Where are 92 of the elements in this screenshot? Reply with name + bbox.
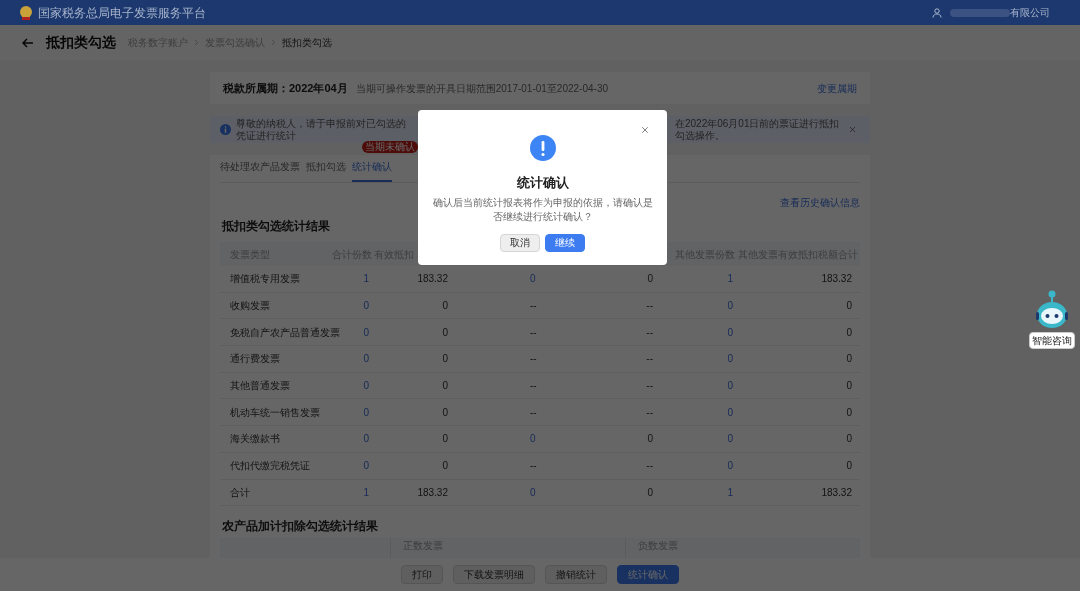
table-cell-text: -- <box>530 325 537 340</box>
footer-button[interactable]: 统计确认 <box>617 565 679 584</box>
table-cell-text: 183.32 <box>417 272 449 287</box>
table-cell-text: 通行费发票 <box>229 352 281 367</box>
count-link[interactable]: 0 <box>363 351 372 367</box>
count-link[interactable]: 0 <box>727 378 735 394</box>
count-link[interactable]: 1 <box>727 484 735 500</box>
table-cell-text: 0 <box>442 405 449 420</box>
table-cell-text: 免税自产农产品普通发票 <box>229 325 341 340</box>
close-icon[interactable] <box>640 125 650 135</box>
assistant-label[interactable]: 智能咨询 <box>1029 332 1075 349</box>
table-cell-text: 收购发票 <box>229 299 271 314</box>
count-link[interactable]: 1 <box>363 484 372 500</box>
blurred-name <box>950 8 1010 17</box>
count-link[interactable]: 0 <box>363 458 372 474</box>
table-cell-text: 0 <box>647 432 654 447</box>
table-cell-text: 合计 <box>229 485 251 500</box>
history-link[interactable]: 查看历史确认信息 <box>780 195 860 210</box>
table-cell-text: -- <box>646 459 654 474</box>
table-cell-text: 0 <box>442 352 449 367</box>
count-link[interactable]: 0 <box>530 484 536 500</box>
user-icon <box>932 7 942 18</box>
table-cell-text: -- <box>646 379 654 394</box>
table-cell-text: 0 <box>647 272 654 287</box>
table-cell-text: 0 <box>846 352 853 367</box>
table-cell-text: 0 <box>846 299 853 314</box>
emblem-icon <box>18 4 34 21</box>
table-cell-text: 0 <box>442 379 449 394</box>
change-period-link[interactable]: 变更属期 <box>817 80 857 96</box>
breadcrumb-item: 抵扣类勾选 <box>282 36 332 50</box>
info-icon <box>220 124 231 135</box>
count-link[interactable]: 0 <box>727 404 735 420</box>
dialog-button[interactable]: 取消 <box>500 233 540 252</box>
table-cell-text: 0 <box>442 459 449 474</box>
close-icon[interactable] <box>848 125 857 134</box>
table-cell-text: -- <box>646 352 654 367</box>
warning-icon <box>529 135 556 161</box>
count-link[interactable]: 0 <box>363 378 372 394</box>
table-cell-text: 代扣代缴完税凭证 <box>229 459 311 474</box>
status-badge: 当期未确认 <box>362 141 418 153</box>
count-link[interactable]: 0 <box>363 404 372 420</box>
section-title: 抵扣类勾选统计结果 <box>222 218 331 234</box>
table-cell-text: -- <box>646 325 654 340</box>
table-cell-text: 增值税专用发票 <box>229 272 301 287</box>
count-link[interactable]: 0 <box>727 298 735 314</box>
platform-title: 国家税务总局电子发票服务平台 <box>38 4 206 22</box>
table-cell-text: -- <box>646 299 654 314</box>
count-link[interactable]: 0 <box>363 298 372 314</box>
dialog-message: 确认后当前统计报表将作为申报的依据，请确认是否继续进行统计确认？ <box>432 195 653 224</box>
count-link[interactable]: 0 <box>363 324 372 340</box>
table-cell-text: 0 <box>442 325 449 340</box>
section-title: 农产品加计扣除勾选统计结果 <box>222 518 379 535</box>
count-link[interactable]: 0 <box>727 458 735 474</box>
back-arrow-icon[interactable] <box>22 37 34 48</box>
table-cell-text: -- <box>530 459 537 474</box>
table-cell-text: 0 <box>846 405 853 420</box>
table-cell-text: 0 <box>846 379 853 394</box>
count-link[interactable]: 1 <box>363 271 372 287</box>
table-cell-text: 0 <box>846 459 853 474</box>
table-cell-text: -- <box>530 299 537 314</box>
page-title: 抵扣类勾选 <box>46 33 116 52</box>
table-cell-text: -- <box>530 405 537 420</box>
chevron-right-icon <box>192 38 201 47</box>
table-cell-text: 183.32 <box>417 485 449 500</box>
count-link[interactable]: 1 <box>727 271 735 287</box>
table-cell-text: -- <box>646 405 654 420</box>
count-link[interactable]: 0 <box>727 351 735 367</box>
period-label: 税款所属期：2022年04月 <box>223 80 348 96</box>
table-cell-text: 183.32 <box>821 485 853 500</box>
footer-button[interactable]: 打印 <box>401 565 443 584</box>
table-cell-text: 海关缴款书 <box>229 432 281 447</box>
dialog-title: 统计确认 <box>516 174 569 192</box>
footer-button[interactable]: 撤销统计 <box>545 565 607 584</box>
company-name: 有限公司 <box>1010 6 1050 20</box>
count-link[interactable]: 0 <box>530 271 536 287</box>
count-link[interactable]: 0 <box>727 431 735 447</box>
table-cell-text: 0 <box>442 299 449 314</box>
dialog-button[interactable]: 继续 <box>545 233 585 252</box>
table-cell-text: 0 <box>846 325 853 340</box>
table-cell-text: 183.32 <box>821 272 853 287</box>
count-link[interactable]: 0 <box>727 324 735 340</box>
table-cell-text: 0 <box>647 485 654 500</box>
footer-button[interactable]: 下载发票明细 <box>453 565 535 584</box>
count-link[interactable]: 0 <box>530 431 536 447</box>
chevron-right-icon <box>269 38 278 47</box>
table-cell-text: 其他普通发票 <box>229 379 291 394</box>
count-link[interactable]: 0 <box>363 431 372 447</box>
table-cell-text: 0 <box>846 432 853 447</box>
table-cell-text: 0 <box>442 432 449 447</box>
table-cell-text: -- <box>530 352 537 367</box>
table-cell-text: -- <box>530 379 537 394</box>
tab[interactable]: 统计确认 <box>352 159 392 182</box>
